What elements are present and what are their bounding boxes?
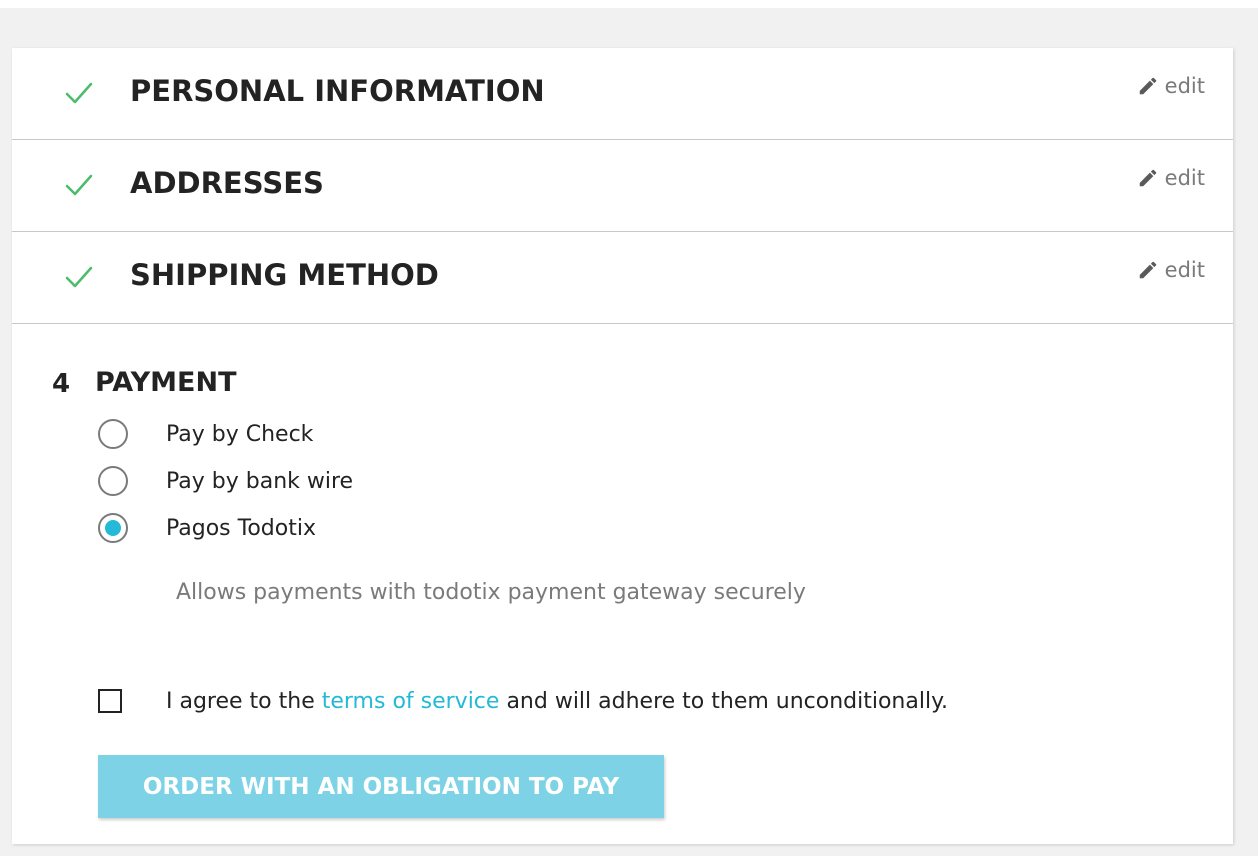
terms-text: I agree to the terms of service and will… — [166, 689, 948, 714]
order-button[interactable]: ORDER WITH AN OBLIGATION TO PAY — [98, 755, 664, 818]
payment-option-check[interactable]: Pay by Check — [98, 417, 313, 451]
radio-button-selected[interactable] — [98, 513, 128, 543]
step-payment: 4 PAYMENT Pay by Check Pay by bank wire … — [12, 324, 1233, 844]
terms-suffix: and will adhere to them unconditionally. — [499, 688, 948, 714]
step-title: Shipping Method — [130, 258, 439, 292]
terms-checkbox[interactable] — [98, 689, 122, 713]
terms-row: I agree to the terms of service and will… — [98, 684, 948, 718]
option-label: Pay by bank wire — [166, 468, 354, 494]
step-personal-information: Personal Information edit — [12, 48, 1233, 140]
check-icon — [65, 266, 93, 288]
terms-prefix: I agree to the — [166, 688, 322, 714]
edit-shipping-method[interactable]: edit — [1137, 258, 1205, 282]
option-label: Pay by Check — [166, 421, 314, 447]
edit-personal-information[interactable]: edit — [1137, 74, 1205, 98]
pencil-icon — [1139, 169, 1156, 187]
radio-button[interactable] — [98, 419, 128, 449]
payment-option-bank-wire[interactable]: Pay by bank wire — [98, 464, 353, 498]
edit-label: edit — [1164, 166, 1205, 190]
step-shipping-method: Shipping Method edit — [12, 232, 1233, 324]
pencil-icon — [1139, 261, 1156, 279]
step-number: 4 — [52, 369, 71, 399]
check-icon — [65, 174, 93, 196]
edit-label: edit — [1164, 74, 1205, 98]
step-addresses: Addresses edit — [12, 140, 1233, 232]
step-title: Addresses — [130, 166, 324, 200]
radio-button[interactable] — [98, 466, 128, 496]
payment-title: PAYMENT — [95, 367, 237, 398]
option-label: Pagos Todotix — [166, 515, 316, 541]
top-band — [0, 0, 1258, 8]
payment-option-todotix[interactable]: Pagos Todotix — [98, 511, 316, 545]
checkout-card: Personal Information edit Addresses edit… — [12, 48, 1233, 844]
edit-addresses[interactable]: edit — [1137, 166, 1205, 190]
edit-label: edit — [1164, 258, 1205, 282]
step-title: Personal Information — [130, 74, 545, 108]
pencil-icon — [1139, 77, 1156, 95]
terms-of-service-link[interactable]: terms of service — [322, 689, 500, 714]
payment-description: Allows payments with todotix payment gat… — [176, 580, 806, 605]
check-icon — [65, 82, 93, 104]
